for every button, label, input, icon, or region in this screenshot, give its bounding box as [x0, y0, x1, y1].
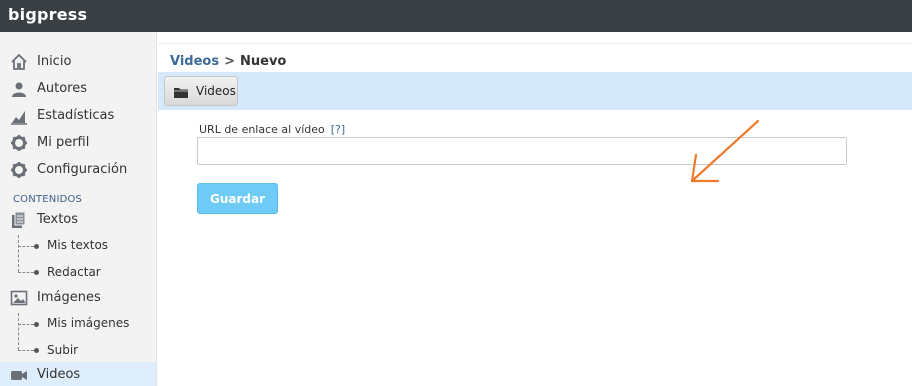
sidebar-subitem-redactar[interactable]: Redactar: [0, 261, 156, 285]
tab-label: Videos: [196, 84, 236, 98]
annotation-arrow: [690, 119, 760, 183]
sidebar-item-autores[interactable]: Autores: [0, 76, 156, 102]
breadcrumb-separator: >: [224, 54, 235, 69]
video-camera-icon: [11, 371, 27, 380]
sidebar-item-videos[interactable]: Videos: [0, 362, 156, 386]
tab-videos[interactable]: Videos: [164, 76, 238, 106]
brand-logo[interactable]: bigpress: [8, 5, 87, 24]
sidebar: Inicio Autores Estadísticas Mi perfil Co…: [0, 32, 157, 386]
folder-icon: [174, 88, 188, 98]
url-label-text: URL de enlace al vídeo: [199, 123, 325, 136]
sidebar-subitem-label: Subir: [47, 343, 79, 357]
sidebar-item-estadisticas[interactable]: Estadísticas: [0, 103, 156, 129]
sidebar-item-label: Inicio: [37, 54, 72, 69]
sidebar-subitem-label: Mis textos: [47, 238, 109, 252]
tab-bar: Videos: [158, 72, 912, 110]
sidebar-subitem-label: Mis imágenes: [47, 316, 130, 330]
home-icon: [11, 53, 27, 70]
sidebar-item-label: Configuración: [37, 162, 128, 177]
sidebar-item-imagenes[interactable]: Imágenes: [0, 285, 156, 311]
sidebar-item-label: Estadísticas: [37, 108, 115, 123]
gear-icon: [11, 162, 27, 178]
sidebar-item-label: Mi perfil: [37, 135, 90, 150]
sidebar-item-label: Videos: [37, 367, 81, 382]
user-icon: [12, 82, 26, 97]
chart-icon: [11, 111, 27, 125]
save-button[interactable]: Guardar: [197, 183, 278, 214]
sidebar-item-textos[interactable]: Textos: [0, 207, 156, 233]
breadcrumb-current: Nuevo: [240, 54, 287, 69]
sidebar-item-label: Textos: [37, 212, 79, 227]
sidebar-item-configuracion[interactable]: Configuración: [0, 157, 156, 183]
section-label-contenidos: CONTENIDOS: [13, 194, 83, 205]
sidebar-item-mi-perfil[interactable]: Mi perfil: [0, 130, 156, 156]
gear-icon: [11, 135, 27, 151]
sidebar-item-label: Autores: [37, 81, 88, 96]
sidebar-subitem-label: Redactar: [47, 265, 101, 279]
breadcrumb: Videos > Nuevo: [170, 54, 286, 69]
image-icon: [10, 290, 28, 306]
divider: [158, 43, 912, 44]
url-field-label: URL de enlace al vídeo [?]: [199, 123, 345, 136]
help-link[interactable]: [?]: [331, 123, 345, 136]
sidebar-item-inicio[interactable]: Inicio: [0, 49, 156, 75]
sidebar-subitem-mis-textos[interactable]: Mis textos: [0, 234, 156, 258]
sidebar-subitem-subir[interactable]: Subir: [0, 339, 156, 363]
sidebar-subitem-mis-imagenes[interactable]: Mis imágenes: [0, 312, 156, 336]
main-content: Videos > Nuevo Videos URL de enlace al víd…: [158, 32, 912, 386]
top-bar: bigpress: [0, 0, 912, 32]
book-icon: [12, 211, 26, 228]
breadcrumb-link-videos[interactable]: Videos: [170, 54, 219, 69]
sidebar-item-label: Imágenes: [37, 290, 101, 305]
